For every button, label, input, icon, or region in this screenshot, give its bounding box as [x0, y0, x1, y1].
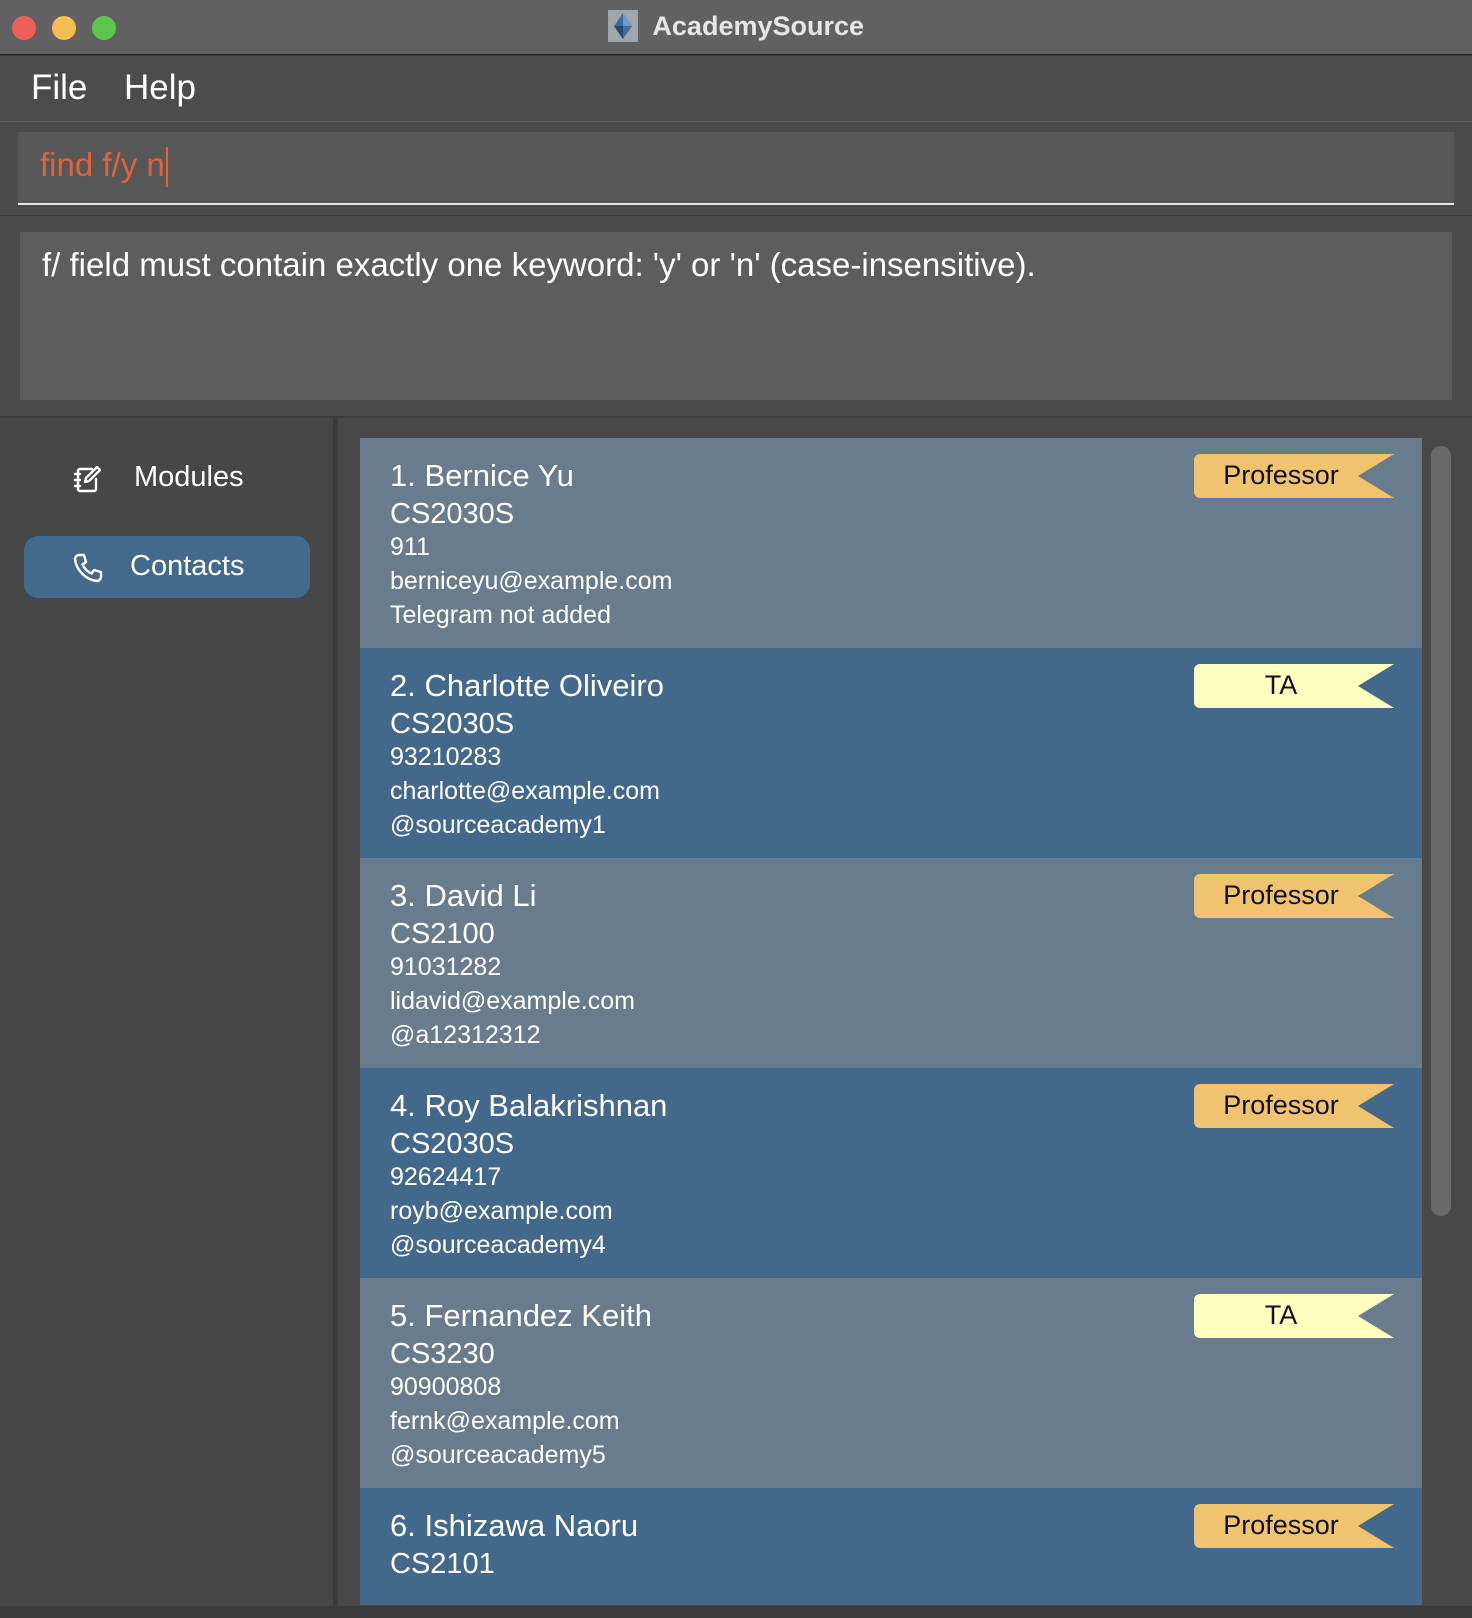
- role-badge: TA: [1194, 664, 1394, 708]
- contact-telegram: @sourceacademy4: [390, 1231, 606, 1259]
- contact-telegram: Telegram not added: [390, 601, 611, 629]
- contact-phone: 93210283: [390, 743, 502, 771]
- menu-bar: File Help: [0, 56, 1472, 122]
- contact-list-panel: 1. Bernice Yu CS2030S 911 berniceyu@exam…: [338, 418, 1472, 1608]
- role-badge: TA: [1194, 1294, 1394, 1338]
- contact-module: CS2101: [390, 1548, 495, 1580]
- menu-help[interactable]: Help: [124, 68, 196, 108]
- command-input[interactable]: find f/y n: [40, 146, 168, 188]
- window-title: AcademySource: [652, 10, 865, 41]
- contact-telegram: @a12312312: [390, 1021, 541, 1049]
- contact-email: lidavid@example.com: [390, 987, 635, 1015]
- contact-card[interactable]: 2. Charlotte Oliveiro CS2030S 93210283 c…: [360, 648, 1422, 858]
- contact-module: CS2030S: [390, 708, 515, 740]
- result-message: f/ field must contain exactly one keywor…: [42, 246, 1036, 283]
- sidebar-item-modules[interactable]: Modules: [24, 447, 310, 509]
- contact-card[interactable]: 1. Bernice Yu CS2030S 911 berniceyu@exam…: [360, 438, 1422, 648]
- role-label: Professor: [1223, 880, 1339, 910]
- contact-card[interactable]: 3. David Li CS2100 91031282 lidavid@exam…: [360, 858, 1422, 1068]
- title-bar: AcademySource: [0, 0, 1472, 55]
- contact-module: CS3230: [390, 1338, 495, 1370]
- edit-note-icon: [72, 463, 104, 495]
- contact-card[interactable]: 4. Roy Balakrishnan CS2030S 92624417 roy…: [360, 1068, 1422, 1278]
- contact-name: 2. Charlotte Oliveiro: [390, 668, 664, 703]
- result-display: f/ field must contain exactly one keywor…: [18, 230, 1454, 402]
- contact-card[interactable]: 6. Ishizawa Naoru CS2101 Professor: [360, 1488, 1422, 1605]
- sidebar-item-contacts[interactable]: Contacts: [24, 536, 310, 598]
- role-label: Professor: [1223, 460, 1339, 490]
- role-badge: Professor: [1194, 874, 1394, 918]
- contact-email: berniceyu@example.com: [390, 567, 673, 595]
- contact-module: CS2030S: [390, 1128, 515, 1160]
- contact-name: 6. Ishizawa Naoru: [390, 1508, 639, 1543]
- text-caret: [165, 147, 168, 188]
- command-input-box[interactable]: find f/y n: [18, 132, 1454, 205]
- contact-name: 5. Fernandez Keith: [390, 1298, 652, 1333]
- result-area: f/ field must contain exactly one keywor…: [0, 215, 1472, 416]
- contact-module: CS2100: [390, 918, 495, 950]
- contact-phone: 91031282: [390, 953, 502, 981]
- sidebar: Modules Contacts: [0, 418, 336, 1618]
- role-badge: Professor: [1194, 454, 1394, 498]
- role-badge: Professor: [1194, 1084, 1394, 1128]
- contact-module: CS2030S: [390, 498, 515, 530]
- contact-telegram: @sourceacademy5: [390, 1441, 606, 1469]
- role-label: TA: [1264, 1300, 1298, 1330]
- contact-email: charlotte@example.com: [390, 777, 660, 805]
- contact-name: 3. David Li: [390, 878, 537, 913]
- command-text: find f/y n: [40, 146, 165, 183]
- contact-email: royb@example.com: [390, 1197, 613, 1225]
- contact-list[interactable]: 1. Bernice Yu CS2030S 911 berniceyu@exam…: [360, 438, 1422, 1605]
- contact-email: fernk@example.com: [390, 1407, 620, 1435]
- role-label: Professor: [1223, 1090, 1339, 1120]
- contact-telegram: @sourceacademy1: [390, 811, 606, 839]
- role-badge: Professor: [1194, 1504, 1394, 1548]
- menu-file[interactable]: File: [31, 68, 87, 108]
- phone-icon: [72, 552, 104, 584]
- contact-phone: 911: [390, 533, 430, 561]
- contact-name: 1. Bernice Yu: [390, 458, 574, 493]
- contact-phone: 90900808: [390, 1373, 502, 1401]
- sidebar-item-label: Contacts: [130, 550, 245, 582]
- command-area: find f/y n: [0, 122, 1472, 215]
- contact-card[interactable]: 5. Fernandez Keith CS3230 90900808 fernk…: [360, 1278, 1422, 1488]
- window-bottom-edge: [0, 1606, 1472, 1618]
- academy-diamond-icon: [607, 10, 638, 42]
- contact-name: 4. Roy Balakrishnan: [390, 1088, 668, 1123]
- role-label: TA: [1264, 670, 1298, 700]
- contact-phone: 92624417: [390, 1163, 502, 1191]
- list-scrollbar[interactable]: [1431, 446, 1451, 1216]
- role-label: Professor: [1223, 1510, 1339, 1540]
- sidebar-item-label: Modules: [134, 461, 244, 493]
